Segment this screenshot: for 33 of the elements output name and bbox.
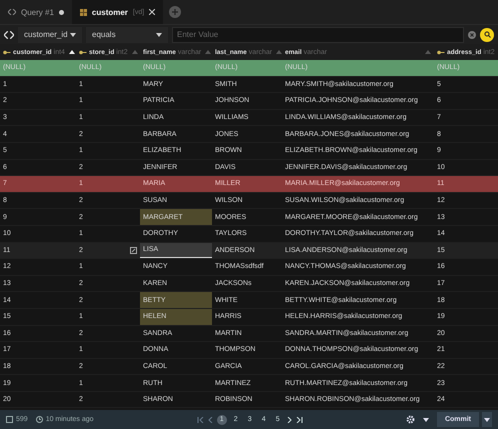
caret-icon — [484, 418, 490, 422]
operator-select[interactable]: equals — [86, 26, 168, 42]
sort-icon — [276, 50, 282, 54]
caret-icon — [422, 418, 429, 422]
close-icon[interactable] — [149, 9, 156, 15]
commit-menu-button[interactable] — [482, 412, 492, 427]
sort-icon — [205, 50, 212, 54]
value-field[interactable]: Enter Value — [172, 26, 464, 42]
plus-icon — [172, 9, 178, 15]
key-icon — [3, 50, 11, 54]
key-icon — [437, 50, 445, 54]
key-icon — [79, 50, 87, 54]
clock-icon — [36, 416, 43, 423]
tab[interactable]: Query #1 — [0, 0, 72, 24]
settings-icon[interactable] — [406, 415, 415, 424]
first-page-icon[interactable] — [196, 416, 204, 422]
last-page-icon[interactable] — [296, 416, 303, 422]
sort-icon — [425, 50, 431, 54]
edit-icon[interactable] — [130, 246, 137, 254]
sort-icon — [68, 50, 75, 54]
search-icon — [484, 31, 490, 38]
grid-icon — [6, 416, 13, 423]
caret-icon — [70, 32, 76, 36]
search-button[interactable] — [480, 28, 494, 42]
table-icon — [80, 8, 87, 16]
previous-page-icon[interactable] — [208, 416, 213, 422]
code-icon[interactable] — [4, 30, 14, 38]
clear-icon[interactable] — [468, 30, 476, 38]
code-icon — [8, 9, 16, 15]
caret-icon — [156, 32, 162, 36]
next-page-icon[interactable] — [286, 416, 292, 422]
sort-icon — [132, 50, 138, 54]
column-select[interactable]: customer_id — [18, 26, 82, 42]
